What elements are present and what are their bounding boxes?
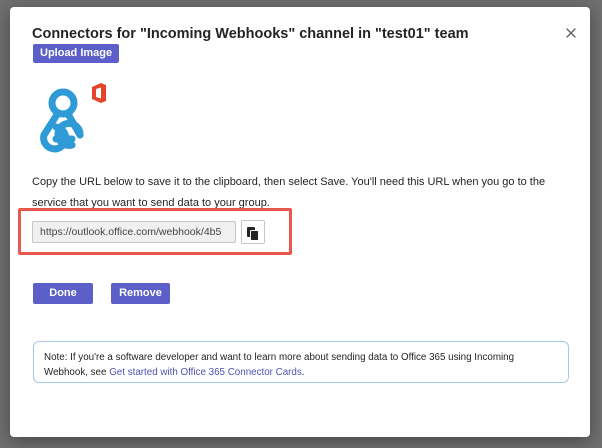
- connector-cards-link[interactable]: Get started with Office 365 Connector Ca…: [109, 367, 302, 378]
- webhook-url-input[interactable]: [32, 221, 236, 243]
- dialog-title: Connectors for "Incoming Webhooks" chann…: [32, 26, 469, 42]
- upload-image-button[interactable]: Upload Image: [33, 44, 120, 63]
- developer-note: Note: If you're a software developer and…: [33, 341, 569, 383]
- close-icon[interactable]: [563, 25, 579, 41]
- copy-url-button[interactable]: [241, 220, 265, 244]
- connector-dialog: Connectors for "Incoming Webhooks" chann…: [10, 7, 590, 437]
- done-button[interactable]: Done: [33, 283, 93, 304]
- remove-button[interactable]: Remove: [111, 283, 170, 304]
- copy-icon: [247, 226, 259, 241]
- note-end: .: [301, 367, 305, 378]
- webhook-logo-icon: [32, 81, 114, 153]
